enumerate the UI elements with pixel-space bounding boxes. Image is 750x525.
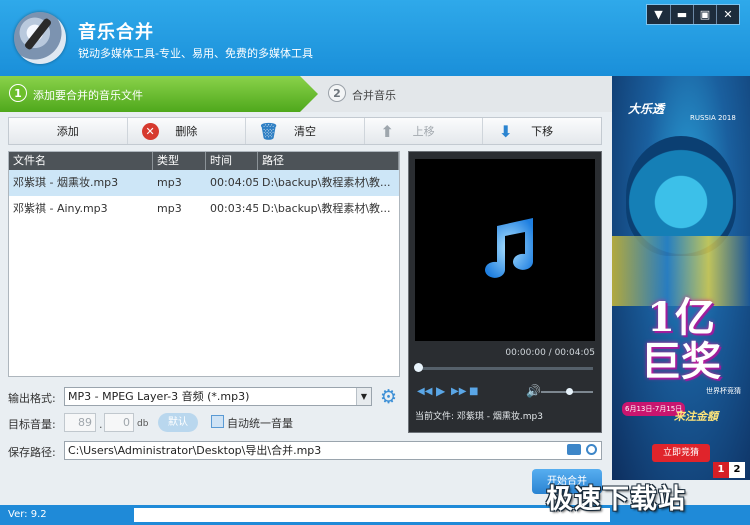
add-label: 添加 [56,125,79,138]
clear-button[interactable]: 🗑 清空 [245,118,364,144]
auto-unify-checkbox[interactable] [211,415,224,428]
move-up-button[interactable]: ⬆ 上移 [363,118,483,144]
ad-hint: 来注金額 [674,410,718,423]
step-indicator: 1 添加要合并的音乐文件 2 合并音乐 [0,76,612,112]
volume-dec-input[interactable]: 0 [104,413,134,432]
ad-headline-text: 1亿 巨奖 [641,294,721,385]
move-down-button[interactable]: ⬇ 下移 [482,118,601,144]
ad-page-1[interactable]: 1 [713,462,729,478]
volume-dot: . [99,418,103,431]
app-title: 音乐合并 [78,22,154,43]
arrow-up-icon: ⬆ [380,122,394,141]
music-note-icon [485,218,533,278]
output-format-label: 输出格式: [8,392,56,405]
save-path-value: C:\Users\Administrator\Desktop\导出\合并.mp3 [68,444,322,457]
default-button[interactable]: 默认 [158,413,198,432]
delete-label: 删除 [175,125,198,138]
app-subtitle: 锐动多媒体工具-专业、易用、免费的多媒体工具 [78,47,313,60]
version-label: Ver: 9.2 [8,509,47,520]
chevron-down-icon[interactable]: ▼ [356,388,371,405]
header-filename[interactable]: 文件名 [9,152,153,170]
file-list-header: 文件名 类型 时间 路径 [9,152,399,170]
search-icon[interactable] [586,444,597,455]
ad-cta-button[interactable]: 立即竞猜 [652,444,710,462]
output-format-value: MP3 - MPEG Layer-3 音频 (*.mp3) [68,390,250,403]
row-path: D:\backup\教程素材\教... [262,176,391,189]
ad-logo: 大乐透 [628,102,665,116]
table-row[interactable]: 邓紫祺 - Ainy.mp3 mp3 00:03:45 D:\backup\教程… [9,196,399,222]
progress-bar[interactable] [417,367,593,370]
status-field [134,508,610,522]
play-icon[interactable]: ▶ [436,384,445,398]
maximize-icon[interactable]: ▣ [693,5,716,24]
row-filename: 邓紫琪 - 烟熏妆.mp3 [13,176,119,189]
row-path: D:\backup\教程素材\教... [262,202,391,215]
step-1[interactable]: 1 添加要合并的音乐文件 [0,76,320,112]
arrow-down-icon: ⬇ [499,122,513,141]
time-display: 00:00:00 / 00:04:05 [505,348,595,358]
toolbar: 添加 ✕ 删除 🗑 清空 ⬆ 上移 ⬇ 下移 [8,117,602,145]
volume-unit: db [137,419,149,429]
step-1-number: 1 [9,84,27,102]
ad-headline: 1亿 巨奖 [618,296,744,384]
gear-icon[interactable]: ⚙ [380,387,400,407]
progress-handle[interactable] [414,363,423,372]
app-logo [14,12,66,64]
table-row[interactable]: 邓紫琪 - 烟熏妆.mp3 mp3 00:04:05 D:\backup\教程素… [9,170,399,196]
clear-label: 清空 [293,125,316,138]
row-type: mp3 [157,202,182,215]
step-1-label: 添加要合并的音乐文件 [33,89,143,102]
title-bar: 音乐合并 锐动多媒体工具-专业、易用、免费的多媒体工具 ▼ ▬ ▣ ✕ [0,0,750,76]
add-button[interactable]: 添加 [9,118,127,144]
current-file-label: 当前文件: 邓紫琪 - 烟熏妆.mp3 [415,412,543,422]
row-time: 00:03:45 [210,202,258,215]
folder-icon[interactable] [567,444,581,455]
ad-pagination: 1 2 [613,462,745,478]
file-list[interactable]: 文件名 类型 时间 路径 邓紫琪 - 烟熏妆.mp3 mp3 00:04:05 … [8,151,400,377]
trash-icon: 🗑 [258,122,279,141]
delete-button[interactable]: ✕ 删除 [126,118,246,144]
volume-handle[interactable] [566,388,573,395]
step-2-number[interactable]: 2 [328,84,346,102]
ad-event: RUSSIA 2018 [690,114,736,122]
step-2-label[interactable]: 合并音乐 [352,87,396,103]
ad-banner[interactable]: 大乐透 RUSSIA 2018 1亿 巨奖 世界杯竞猜 6月13日-7月15日 … [612,76,750,480]
stop-icon[interactable]: ■ [469,386,478,397]
previous-icon[interactable]: ◀◀ [417,386,432,397]
menu-icon[interactable]: ▼ [647,5,670,24]
header-type[interactable]: 类型 [153,152,206,170]
volume-int-input[interactable]: 89 [64,413,96,432]
auto-unify-label[interactable]: 自动统一音量 [227,415,293,431]
preview-player: 00:00:00 / 00:04:05 ◀◀ ▶ ▶▶ ■ 🔊 当前文件: 邓紫… [408,151,602,433]
row-filename: 邓紫祺 - Ainy.mp3 [13,202,108,215]
move-down-label: 下移 [531,125,554,138]
window-controls: ▼ ▬ ▣ ✕ [646,4,740,25]
watermark: 极速下载站 [546,484,686,515]
header-time[interactable]: 时间 [206,152,258,170]
preview-screen [415,159,595,341]
ad-page-2[interactable]: 2 [729,462,745,478]
next-icon[interactable]: ▶▶ [451,386,466,397]
save-path-input[interactable]: C:\Users\Administrator\Desktop\导出\合并.mp3 [64,441,602,460]
row-time: 00:04:05 [210,176,258,189]
output-format-select[interactable]: MP3 - MPEG Layer-3 音频 (*.mp3) ▼ [64,387,372,406]
row-type: mp3 [157,176,182,189]
ad-world-cup: 世界杯竞猜 [706,387,741,395]
save-path-label: 保存路径: [8,446,56,459]
close-icon[interactable]: ✕ [716,5,739,24]
target-volume-label: 目标音量: [8,418,56,431]
volume-icon[interactable]: 🔊 [526,384,541,398]
minimize-icon[interactable]: ▬ [670,5,693,24]
move-up-label: 上移 [412,125,435,138]
header-path[interactable]: 路径 [258,152,399,170]
delete-icon: ✕ [141,123,159,140]
